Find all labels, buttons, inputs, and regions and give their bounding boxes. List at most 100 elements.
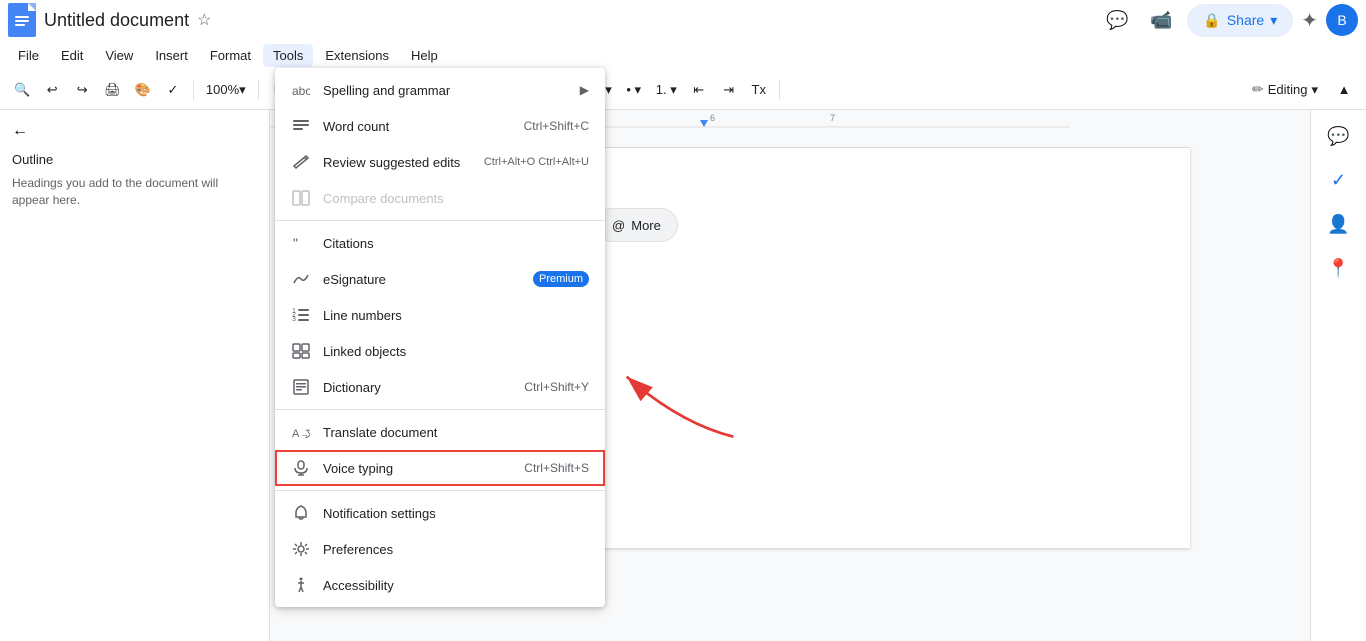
voice-typing-shortcut: Ctrl+Shift+S	[524, 461, 589, 475]
zoom-label: 100%	[206, 82, 239, 97]
menu-divider-3	[275, 490, 605, 491]
zoom-chevron: ▾	[239, 82, 246, 98]
menu-item-word-count[interactable]: Word count Ctrl+Shift+C	[275, 108, 605, 144]
more-button[interactable]: @ More	[595, 208, 678, 242]
menu-divider-2	[275, 409, 605, 410]
menu-format[interactable]: Format	[200, 44, 261, 67]
more-label: More	[631, 218, 661, 233]
compare-label: Compare documents	[323, 191, 589, 206]
accessibility-label: Accessibility	[323, 578, 589, 593]
tools-dropdown-menu: abc Spelling and grammar ▶ Word count Ct…	[275, 68, 605, 607]
pencil-icon: ✏	[1252, 81, 1264, 98]
menu-item-line-numbers[interactable]: 123 Line numbers	[275, 297, 605, 333]
linked-objects-label: Linked objects	[323, 344, 589, 359]
menu-item-dictionary[interactable]: Dictionary Ctrl+Shift+Y	[275, 369, 605, 405]
review-edits-shortcut: Ctrl+Alt+O Ctrl+Alt+U	[484, 156, 589, 168]
main-layout: ← Outline Headings you add to the docume…	[0, 110, 1366, 641]
search-toolbar-btn[interactable]: 🔍	[8, 76, 36, 104]
title-bar: Untitled document ☆ 💬 📹 🔒 Share ▾ ✦ B	[0, 0, 1366, 40]
separator-5	[779, 80, 780, 100]
menu-item-voice-typing[interactable]: Voice typing Ctrl+Shift+S	[275, 450, 605, 486]
share-label: Share	[1227, 12, 1264, 28]
num-list-btn[interactable]: 1. ▾	[650, 76, 683, 104]
compare-icon	[291, 188, 311, 208]
menu-help[interactable]: Help	[401, 44, 448, 67]
menu-item-linked-objects[interactable]: Linked objects	[275, 333, 605, 369]
sidebar-back-btn[interactable]: ←	[8, 118, 261, 144]
line-numbers-icon: 123	[291, 305, 311, 325]
translate-icon: A→文	[291, 422, 311, 442]
bullet-list-btn[interactable]: • ▾	[620, 76, 648, 104]
esignature-icon	[291, 269, 311, 289]
menu-item-translate[interactable]: A→文 Translate document	[275, 414, 605, 450]
menu-item-spelling[interactable]: abc Spelling and grammar ▶	[275, 72, 605, 108]
menu-tools[interactable]: Tools	[263, 44, 313, 67]
right-controls: 💬 📹 🔒 Share ▾ ✦ B	[1099, 2, 1358, 38]
spelling-arrow: ▶	[580, 83, 589, 97]
at-icon: @	[612, 218, 625, 233]
comments-icon[interactable]: 💬	[1099, 2, 1135, 38]
line-numbers-label: Line numbers	[323, 308, 589, 323]
print-btn[interactable]: 🖨	[98, 76, 127, 104]
editing-chevron: ▾	[1311, 82, 1318, 98]
editing-dropdown[interactable]: ✏ Editing ▾	[1242, 77, 1328, 102]
paint-format-btn[interactable]: 🎨	[129, 76, 157, 104]
premium-badge: Premium	[533, 271, 589, 287]
menu-insert[interactable]: Insert	[145, 44, 198, 67]
redo-btn[interactable]: ↪	[68, 76, 96, 104]
share-chevron-icon: ▾	[1270, 12, 1277, 29]
clear-format-btn[interactable]: Tx	[745, 76, 773, 104]
outline-title: Outline	[8, 144, 261, 171]
dictionary-label: Dictionary	[323, 380, 512, 395]
svg-text:": "	[293, 235, 298, 251]
separator-2	[258, 80, 259, 100]
svg-text:7: 7	[830, 113, 835, 123]
menu-item-citations[interactable]: " Citations	[275, 225, 605, 261]
menu-item-review-edits[interactable]: Review suggested edits Ctrl+Alt+O Ctrl+A…	[275, 144, 605, 180]
menu-item-notifications[interactable]: Notification settings	[275, 495, 605, 531]
back-arrow-icon: ←	[12, 122, 28, 140]
word-count-label: Word count	[323, 119, 512, 134]
accessibility-icon	[291, 575, 311, 595]
menu-bar: File Edit View Insert Format Tools Exten…	[0, 40, 1366, 70]
word-count-shortcut: Ctrl+Shift+C	[524, 119, 589, 133]
sidebar: ← Outline Headings you add to the docume…	[0, 110, 270, 641]
voice-typing-icon	[291, 458, 311, 478]
word-count-icon	[291, 116, 311, 136]
right-panel-maps-icon[interactable]: 📍	[1321, 250, 1357, 286]
right-panel-person-icon[interactable]: 👤	[1321, 206, 1357, 242]
menu-edit[interactable]: Edit	[51, 44, 93, 67]
menu-item-compare: Compare documents	[275, 180, 605, 216]
menu-item-esignature[interactable]: eSignature Premium	[275, 261, 605, 297]
svg-text:A: A	[292, 428, 300, 440]
menu-view[interactable]: View	[95, 44, 143, 67]
menu-item-accessibility[interactable]: Accessibility	[275, 567, 605, 603]
document-title[interactable]: Untitled document	[44, 10, 189, 31]
right-panel-comment-icon[interactable]: 💬	[1321, 118, 1357, 154]
spell-check-btn[interactable]: ✓	[159, 76, 187, 104]
translate-label: Translate document	[323, 425, 589, 440]
svg-text:3: 3	[292, 316, 296, 323]
undo-btn[interactable]: ↩	[38, 76, 66, 104]
profile-avatar[interactable]: B	[1326, 4, 1358, 36]
menu-file[interactable]: File	[8, 44, 49, 67]
esignature-label: eSignature	[323, 272, 521, 287]
menu-extensions[interactable]: Extensions	[315, 44, 399, 67]
sparkle-icon[interactable]: ✦	[1301, 8, 1318, 33]
star-icon[interactable]: ☆	[197, 10, 211, 30]
dictionary-icon	[291, 377, 311, 397]
right-panel: 💬 ✓ 👤 📍	[1310, 110, 1366, 641]
review-edits-icon	[291, 152, 311, 172]
indent-less-btn[interactable]: ⇤	[685, 76, 713, 104]
zoom-btn[interactable]: 100% ▾	[200, 76, 252, 104]
spelling-label: Spelling and grammar	[323, 83, 568, 98]
share-button[interactable]: 🔒 Share ▾	[1187, 4, 1293, 37]
menu-item-preferences[interactable]: Preferences	[275, 531, 605, 567]
indent-more-btn[interactable]: ⇥	[715, 76, 743, 104]
collapse-toolbar-btn[interactable]: ▲	[1330, 76, 1358, 104]
svg-text:abc: abc	[292, 84, 310, 97]
spelling-icon: abc	[291, 80, 311, 100]
right-panel-check-icon[interactable]: ✓	[1321, 162, 1357, 198]
meet-icon[interactable]: 📹	[1143, 2, 1179, 38]
share-lock-icon: 🔒	[1203, 12, 1220, 29]
